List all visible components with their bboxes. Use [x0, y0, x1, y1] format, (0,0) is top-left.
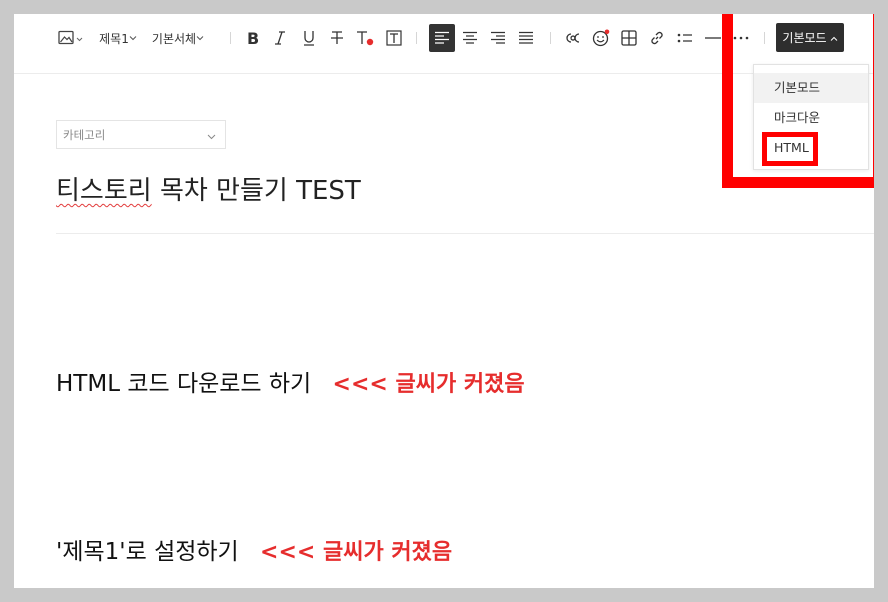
underline-icon[interactable] [298, 14, 320, 62]
align-center-icon[interactable] [458, 14, 482, 62]
svg-text:B: B [247, 30, 259, 46]
text-color-icon[interactable] [354, 14, 376, 62]
horizontal-rule-icon[interactable] [702, 14, 724, 62]
list-icon[interactable] [674, 14, 696, 62]
link-icon[interactable] [646, 14, 668, 62]
heading-select-label: 제목1 [99, 31, 129, 46]
quote-icon[interactable] [562, 14, 584, 62]
editor-window: 제목1 기본서체 B 기본모드 기본모드 마크다운 HTML 카테고리 티스토리… [14, 14, 874, 588]
category-select[interactable]: 카테고리 [56, 120, 226, 149]
bold-icon[interactable]: B [242, 14, 264, 62]
chevron-down-icon [129, 35, 137, 41]
heading-select[interactable]: 제목1 [98, 14, 138, 62]
toolbar-divider [550, 32, 551, 44]
toolbar-divider [230, 32, 231, 44]
mode-menu-highlight [722, 14, 874, 188]
italic-icon[interactable] [270, 14, 290, 62]
content-heading-line[interactable]: HTML 코드 다운로드 하기 <<< 글씨가 커졌음 [56, 364, 525, 398]
chevron-down-icon [196, 35, 204, 41]
chevron-down-icon [207, 129, 216, 143]
align-justify-icon[interactable] [514, 14, 538, 62]
category-placeholder: 카테고리 [63, 127, 106, 142]
annotation-note: <<< 글씨가 커졌음 [332, 372, 525, 397]
align-left-icon[interactable] [429, 24, 455, 52]
font-select-label: 기본서체 [151, 31, 197, 46]
image-icon[interactable] [56, 14, 86, 62]
post-title-input[interactable]: 티스토리 목차 만들기 TEST [56, 170, 361, 207]
align-right-icon[interactable] [486, 14, 510, 62]
content-heading-text: HTML 코드 다운로드 하기 [56, 371, 312, 397]
title-spellcheck-word: 티스토리 [56, 176, 152, 206]
strikethrough-icon[interactable] [326, 14, 348, 62]
font-select[interactable]: 기본서체 [150, 14, 206, 62]
emoticon-icon[interactable] [590, 14, 612, 62]
content-heading-text: '제목1'로 설정하기 [56, 539, 239, 565]
content-heading-line[interactable]: '제목1'로 설정하기 <<< 글씨가 커졌음 [56, 532, 452, 566]
table-icon[interactable] [618, 14, 640, 62]
title-text: 목차 만들기 TEST [151, 176, 361, 206]
title-divider [56, 233, 874, 234]
text-background-icon[interactable] [383, 14, 405, 62]
annotation-note: <<< 글씨가 커졌음 [260, 540, 453, 565]
toolbar-divider [416, 32, 417, 44]
